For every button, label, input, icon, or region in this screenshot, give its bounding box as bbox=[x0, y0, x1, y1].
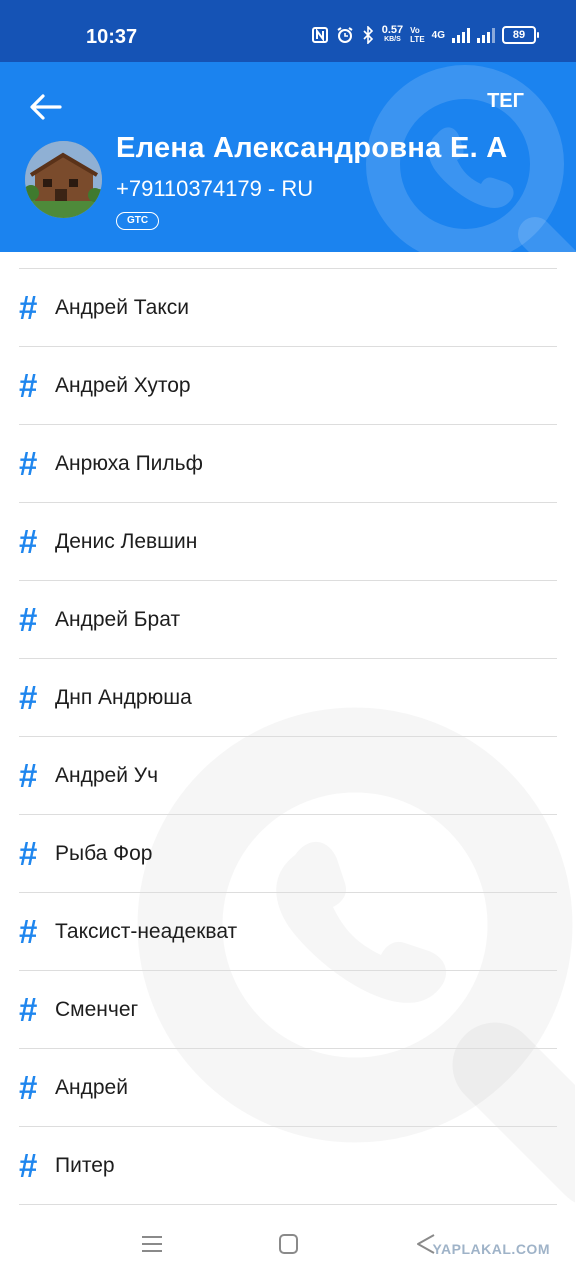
hashtag-icon: # bbox=[19, 1069, 38, 1106]
signal-icon-2 bbox=[477, 27, 495, 43]
hashtag-icon: # bbox=[19, 991, 38, 1028]
list-item[interactable]: # Андрей Брат bbox=[19, 581, 557, 659]
back-arrow-icon[interactable] bbox=[28, 92, 62, 122]
tag-label: Питер bbox=[55, 1153, 115, 1177]
bluetooth-icon bbox=[363, 26, 373, 44]
contact-avatar[interactable] bbox=[25, 141, 102, 218]
home-icon[interactable] bbox=[278, 1232, 300, 1256]
list-item[interactable]: # Андрей Такси bbox=[19, 269, 557, 347]
list-item[interactable]: # Рыба Фор bbox=[19, 815, 557, 893]
tag-label: Рыба Фор bbox=[55, 841, 153, 865]
tag-label: Денис Левшин bbox=[55, 529, 198, 553]
tag-label: Андрей Уч bbox=[55, 763, 159, 787]
hashtag-icon: # bbox=[19, 1147, 38, 1184]
tag-label: Сменчег bbox=[55, 997, 139, 1021]
hashtag-icon: # bbox=[19, 913, 38, 950]
hashtag-icon: # bbox=[19, 445, 38, 482]
menu-icon[interactable] bbox=[140, 1232, 164, 1256]
list-item[interactable]: # Анрюха Пильф bbox=[19, 425, 557, 503]
hashtag-icon: # bbox=[19, 757, 38, 794]
tag-list: # Андрей Такси # Андрей Хутор # Анрюха Пиль… bbox=[19, 268, 557, 1205]
hashtag-icon: # bbox=[19, 367, 38, 404]
tag-label: Андрей Хутор bbox=[55, 373, 191, 397]
hashtag-icon: # bbox=[19, 835, 38, 872]
nfc-icon bbox=[311, 27, 328, 43]
hashtag-icon: # bbox=[19, 601, 38, 638]
alarm-icon bbox=[337, 27, 353, 43]
list-item[interactable]: # Питер bbox=[19, 1127, 557, 1205]
list-item[interactable]: # Денис Левшин bbox=[19, 503, 557, 581]
hashtag-icon: # bbox=[19, 679, 38, 716]
status-icons: 0.57 KB/S Vo LTE 4G 89 bbox=[311, 24, 539, 44]
hashtag-icon: # bbox=[19, 523, 38, 560]
status-bar: 10:37 0.57 KB/S Vo LTE 4G 89 bbox=[0, 0, 576, 62]
list-item[interactable]: # Андрей bbox=[19, 1049, 557, 1127]
status-time: 10:37 bbox=[86, 26, 138, 48]
tag-label: Андрей Брат bbox=[55, 607, 181, 631]
volte-indicator: Vo LTE bbox=[410, 26, 425, 44]
network-type: 4G bbox=[431, 29, 445, 41]
list-item[interactable]: # Андрей Уч bbox=[19, 737, 557, 815]
hashtag-icon: # bbox=[19, 289, 38, 326]
battery-icon: 89 bbox=[502, 26, 539, 44]
tag-label: Андрей bbox=[55, 1075, 128, 1099]
list-item[interactable]: # Сменчег bbox=[19, 971, 557, 1049]
contact-header: ТЕГ Елена Александровна Е. А +7911037417… bbox=[0, 62, 576, 252]
tag-label: Анрюха Пильф bbox=[55, 451, 203, 475]
site-watermark: YAPLAKAL.COM bbox=[432, 1241, 550, 1257]
signal-icon bbox=[452, 27, 470, 43]
contact-badge: GTC bbox=[116, 212, 160, 230]
network-speed: 0.57 KB/S bbox=[381, 24, 404, 44]
list-item[interactable]: # Андрей Хутор bbox=[19, 347, 557, 425]
tag-label: Днп Андрюша bbox=[55, 685, 192, 709]
tag-label: Андрей Такси bbox=[55, 295, 189, 319]
list-item[interactable]: # Таксист-неадекват bbox=[19, 893, 557, 971]
tag-button[interactable]: ТЕГ bbox=[487, 90, 524, 113]
tag-label: Таксист-неадекват bbox=[55, 919, 238, 943]
list-item[interactable]: # Днп Андрюша bbox=[19, 659, 557, 737]
contact-phone: +79110374179 - RU bbox=[116, 176, 314, 201]
contact-name: Елена Александровна Е. А bbox=[116, 132, 508, 164]
